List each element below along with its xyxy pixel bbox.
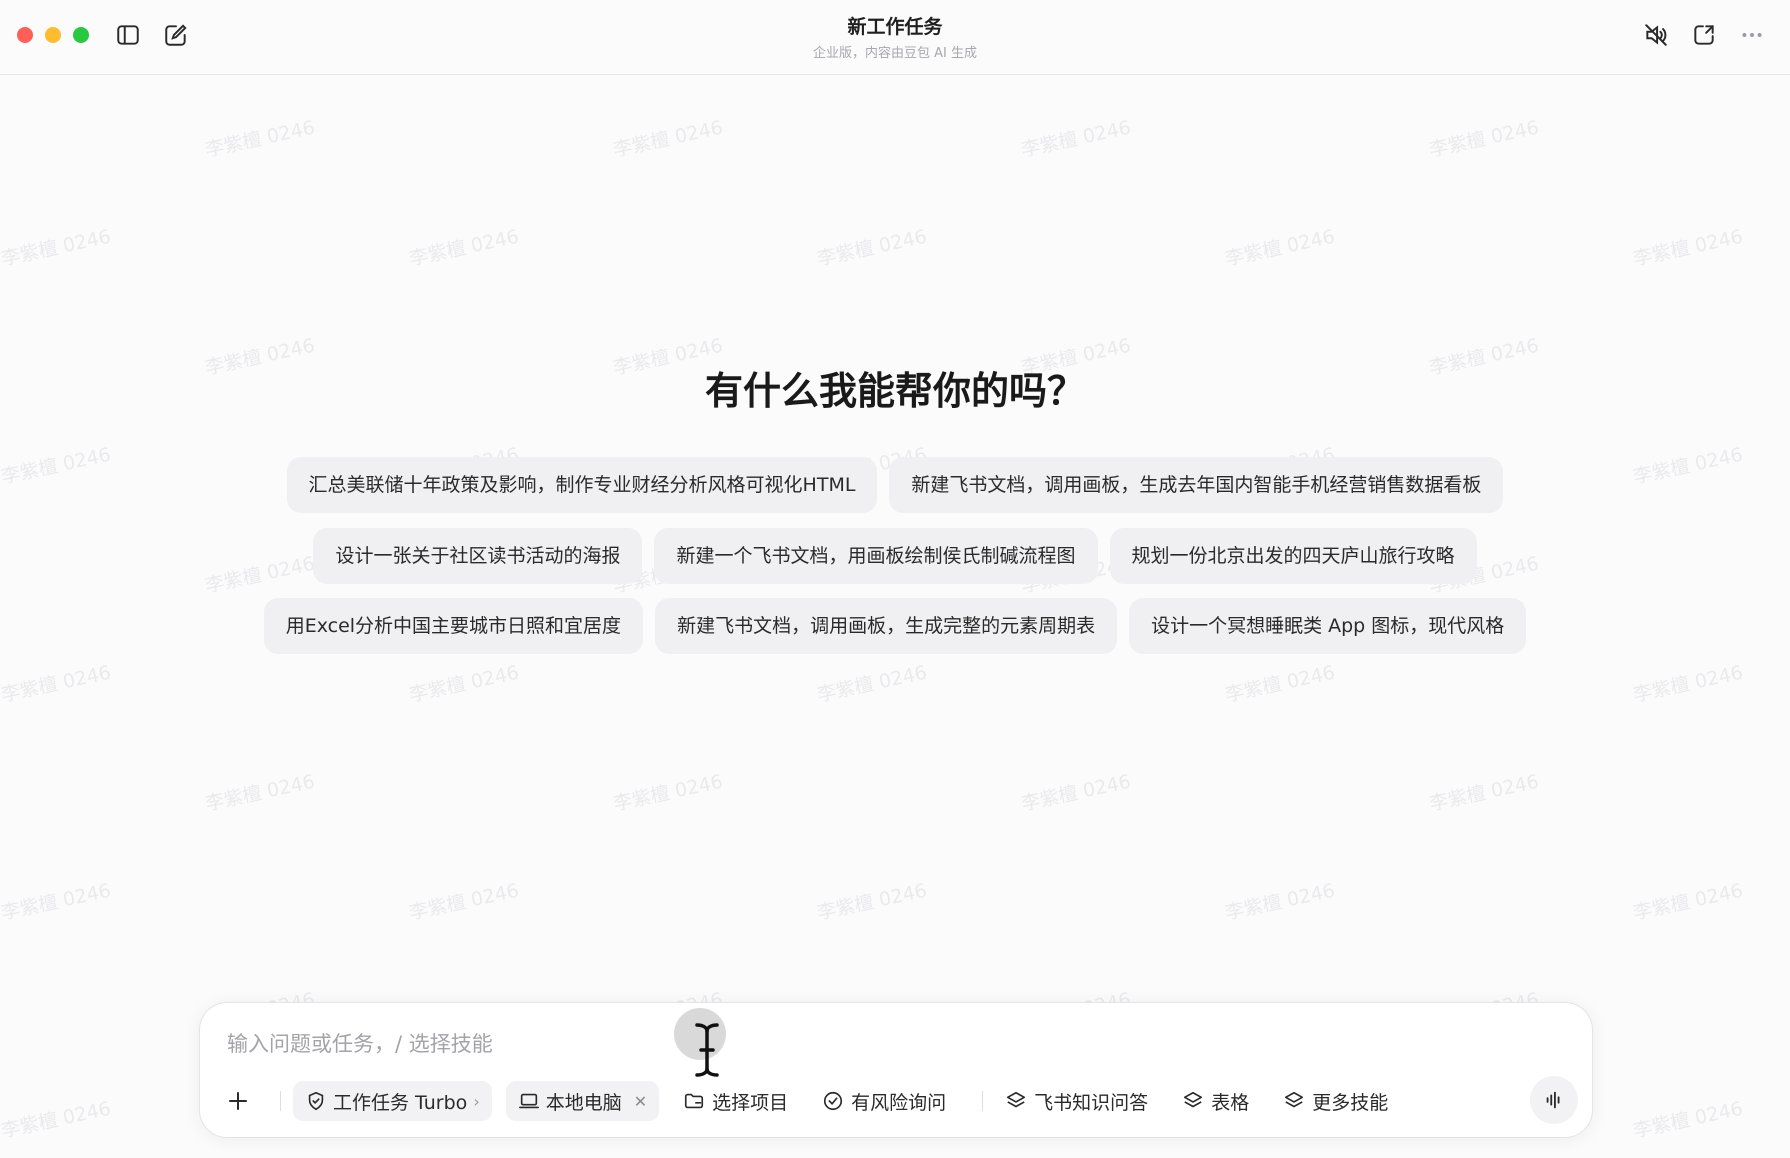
close-icon[interactable]: ✕ xyxy=(634,1092,647,1111)
suggestion-chip[interactable]: 规划一份北京出发的四天庐山旅行攻略 xyxy=(1109,528,1477,584)
risk-label: 有风险询问 xyxy=(851,1091,947,1114)
suggestion-chip[interactable]: 新建飞书文档，调用画板，生成去年国内智能手机经营销售数据看板 xyxy=(889,457,1504,513)
skill-label: 更多技能 xyxy=(1312,1091,1389,1114)
layers-icon xyxy=(1283,1090,1305,1112)
suggestion-chip[interactable]: 新建一个飞书文档，用画板绘制侯氏制碱流程图 xyxy=(654,528,1098,584)
shield-icon xyxy=(305,1090,327,1112)
title-bar: 新工作任务 企业版，内容由豆包 AI 生成 xyxy=(0,0,1790,75)
watermark-text: 李紫檀 0246 xyxy=(611,116,725,162)
chevron-right-icon: › xyxy=(473,1091,480,1111)
text-cursor-icon xyxy=(693,1022,721,1082)
suggestion-chip[interactable]: 设计一个冥想睡眠类 App 图标，现代风格 xyxy=(1129,598,1527,654)
watermark-text: 李紫檀 0246 xyxy=(1631,225,1745,271)
watermark-text: 李紫檀 0246 xyxy=(1631,661,1745,707)
select-project-label: 选择项目 xyxy=(712,1091,789,1114)
watermark-text: 李紫檀 0246 xyxy=(0,1097,113,1143)
layers-icon xyxy=(1005,1090,1027,1112)
watermark-text: 李紫檀 0246 xyxy=(1019,116,1133,162)
task-composer: 工作任务 Turbo › 本地电脑 ✕ xyxy=(199,1002,1593,1138)
check-circle-icon xyxy=(822,1090,844,1112)
suggestion-row: 汇总美联储十年政策及影响，制作专业财经分析风格可视化HTML 新建飞书文档，调用… xyxy=(0,457,1790,513)
toolbar-divider xyxy=(280,1091,281,1111)
app-window: 李紫檀 0246 李紫檀 0246 李紫檀 0246 李紫檀 0246 李紫檀 0246… xyxy=(0,0,1790,1158)
toolbar-divider xyxy=(982,1091,984,1111)
watermark-text: 李紫檀 0246 xyxy=(1223,879,1337,925)
skill-label: 飞书知识问答 xyxy=(1034,1091,1149,1114)
layers-icon xyxy=(1182,1090,1204,1112)
new-window-icon[interactable] xyxy=(1691,22,1717,48)
skill-label: 表格 xyxy=(1211,1091,1250,1114)
watermark-text: 李紫檀 0246 xyxy=(407,879,521,925)
suggestion-chip[interactable]: 新建飞书文档，调用画板，生成完整的元素周期表 xyxy=(655,598,1118,654)
watermark-text: 李紫檀 0246 xyxy=(0,225,113,271)
watermark-text: 李紫檀 0246 xyxy=(1427,116,1541,162)
device-selector[interactable]: 本地电脑 ✕ xyxy=(505,1081,660,1121)
mode-selector[interactable]: 工作任务 Turbo › xyxy=(293,1081,492,1121)
folder-icon xyxy=(683,1090,705,1112)
watermark-text: 李紫檀 0246 xyxy=(1019,770,1133,816)
risk-confirm-toggle[interactable]: 有风险询问 xyxy=(812,1081,956,1121)
window-subtitle: 企业版，内容由豆包 AI 生成 xyxy=(813,46,977,61)
suggestion-row: 设计一张关于社区读书活动的海报 新建一个飞书文档，用画板绘制侯氏制碱流程图 规划… xyxy=(0,528,1790,584)
watermark-text: 李紫檀 0246 xyxy=(815,225,929,271)
watermark-text: 李紫檀 0246 xyxy=(203,770,317,816)
watermark-text: 李紫檀 0246 xyxy=(1631,879,1745,925)
watermark-text: 李紫檀 0246 xyxy=(1427,770,1541,816)
composer-toolbar: 工作任务 Turbo › 本地电脑 ✕ 选择项目 有风险询问 飞书知识问答 表格… xyxy=(220,1081,1572,1121)
suggestion-chip[interactable]: 汇总美联储十年政策及影响，制作专业财经分析风格可视化HTML xyxy=(286,457,878,513)
skill-more[interactable]: 更多技能 xyxy=(1273,1081,1398,1121)
watermark-text: 李紫檀 0246 xyxy=(407,661,521,707)
waveform-icon xyxy=(1543,1089,1565,1111)
speaker-mute-icon[interactable] xyxy=(1643,22,1669,48)
watermark-text: 李紫檀 0246 xyxy=(611,770,725,816)
voice-input-button[interactable] xyxy=(1530,1076,1578,1124)
skill-knowledge-qa[interactable]: 飞书知识问答 xyxy=(995,1081,1158,1121)
window-title: 新工作任务 xyxy=(847,16,943,38)
watermark-text: 李紫檀 0246 xyxy=(1223,661,1337,707)
page-heading: 有什么我能帮你的吗？ xyxy=(704,369,1085,413)
watermark-text: 李紫檀 0246 xyxy=(815,879,929,925)
laptop-icon xyxy=(518,1090,540,1112)
watermark-text: 李紫檀 0246 xyxy=(0,661,113,707)
select-project-button[interactable]: 选择项目 xyxy=(673,1081,798,1121)
watermark-text: 李紫檀 0246 xyxy=(1223,225,1337,271)
suggestion-chip[interactable]: 用Excel分析中国主要城市日照和宜居度 xyxy=(263,598,644,654)
plus-icon[interactable] xyxy=(220,1083,256,1119)
watermark-text: 李紫檀 0246 xyxy=(0,879,113,925)
watermark-text: 李紫檀 0246 xyxy=(1631,1097,1745,1143)
skill-table[interactable]: 表格 xyxy=(1172,1081,1259,1121)
suggestion-row: 用Excel分析中国主要城市日照和宜居度 新建飞书文档，调用画板，生成完整的元素… xyxy=(0,598,1790,654)
mode-label: 工作任务 Turbo xyxy=(333,1091,468,1114)
more-icon[interactable] xyxy=(1739,22,1765,48)
watermark-text: 李紫檀 0246 xyxy=(815,661,929,707)
watermark-text: 李紫檀 0246 xyxy=(203,116,317,162)
suggestion-chip[interactable]: 设计一张关于社区读书活动的海报 xyxy=(313,528,643,584)
device-label: 本地电脑 xyxy=(545,1091,622,1114)
watermark-text: 李紫檀 0246 xyxy=(407,225,521,271)
